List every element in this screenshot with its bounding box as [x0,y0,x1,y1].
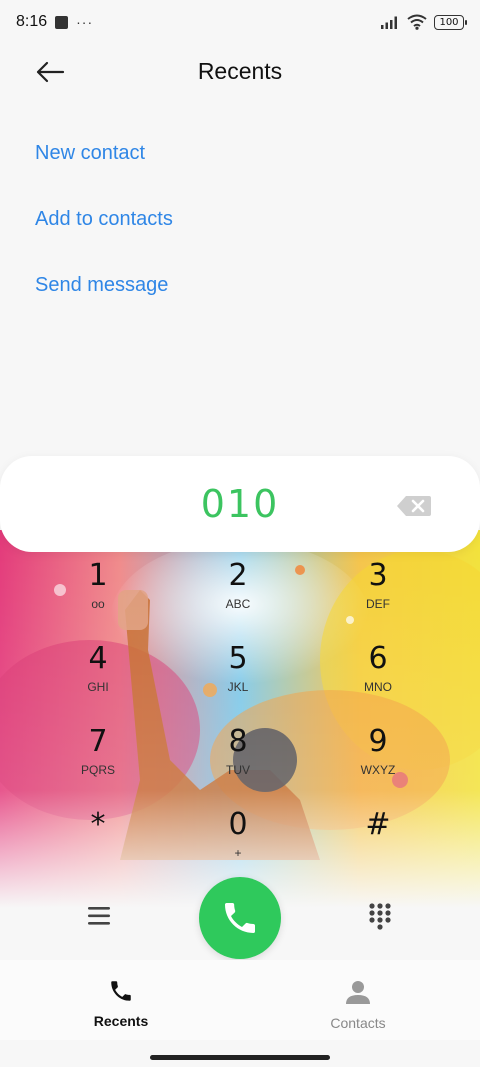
key-digit: 4 [88,641,108,676]
backspace-button[interactable] [396,494,432,518]
key-letters: MNO [364,680,392,694]
key-4[interactable]: 4 GHI [38,639,158,719]
key-digit: * [90,807,106,842]
key-letters: GHI [87,680,109,694]
send-message-link[interactable]: Send message [35,262,173,328]
menu-icon [88,907,110,925]
key-digit: 8 [228,724,248,759]
dialer-actions [0,870,480,960]
menu-button[interactable] [84,900,116,932]
key-digit: 1 [88,558,108,593]
key-letters: DEF [366,597,390,611]
key-letters: JKL [227,680,249,694]
key-7[interactable]: 7 PQRS [38,722,158,802]
tab-label: Recents [93,1013,149,1029]
key-letters: PQRS [80,763,115,777]
key-8[interactable]: 8 TUV [178,722,298,802]
action-list: New contact Add to contacts Send message [35,130,173,328]
key-digit: 0 [228,807,248,842]
notification-square-icon [55,15,69,29]
dialpad-icon [369,903,391,930]
phone-icon [225,903,255,933]
status-bar: 8:16 ··· 100 [0,0,480,44]
phone-icon [111,981,131,1001]
key-1[interactable]: 1 ᴏᴏ [38,556,158,636]
status-time: 8:16 [16,13,48,30]
page-title: Recents [197,58,283,84]
key-letters: + [234,846,242,860]
key-letters: ABC [225,597,251,611]
status-overflow-indicator: ··· [76,14,94,30]
new-contact-link[interactable]: New contact [35,130,173,196]
tab-label: Contacts [330,1015,386,1031]
key-letters: WXYZ [360,763,396,777]
voicemail-icon: ᴏᴏ [91,597,105,611]
key-letters: TUV [226,763,250,777]
number-display-panel: 010 [0,456,480,552]
backspace-icon [397,496,431,516]
key-9[interactable]: 9 WXYZ [318,722,438,802]
bottom-navigation: Recents Contacts [0,960,480,1040]
key-digit: 9 [368,724,388,759]
key-6[interactable]: 6 MNO [318,639,438,719]
key-digit: 6 [368,641,388,676]
tab-recents[interactable]: Recents [51,978,191,1029]
key-5[interactable]: 5 JKL [178,639,298,719]
dialpad-toggle-button[interactable] [364,900,396,932]
tab-contacts[interactable]: Contacts [288,978,428,1031]
key-3[interactable]: 3 DEF [318,556,438,636]
dialed-number: 010 [200,482,280,526]
add-to-contacts-link[interactable]: Add to contacts [35,196,173,262]
key-digit: 2 [228,558,248,593]
wifi-icon [407,14,427,30]
battery-icon: 100 [434,14,467,30]
header: Recents [0,44,480,100]
signal-icon [381,16,397,29]
key-digit: 7 [88,724,108,759]
call-button[interactable] [199,877,281,959]
person-icon [346,981,370,1004]
key-digit: 5 [228,641,248,676]
key-digit: 3 [368,558,388,593]
key-2[interactable]: 2 ABC [178,556,298,636]
battery-level: 100 [439,16,459,28]
key-digit: # [365,807,391,842]
home-indicator[interactable] [150,1055,330,1060]
